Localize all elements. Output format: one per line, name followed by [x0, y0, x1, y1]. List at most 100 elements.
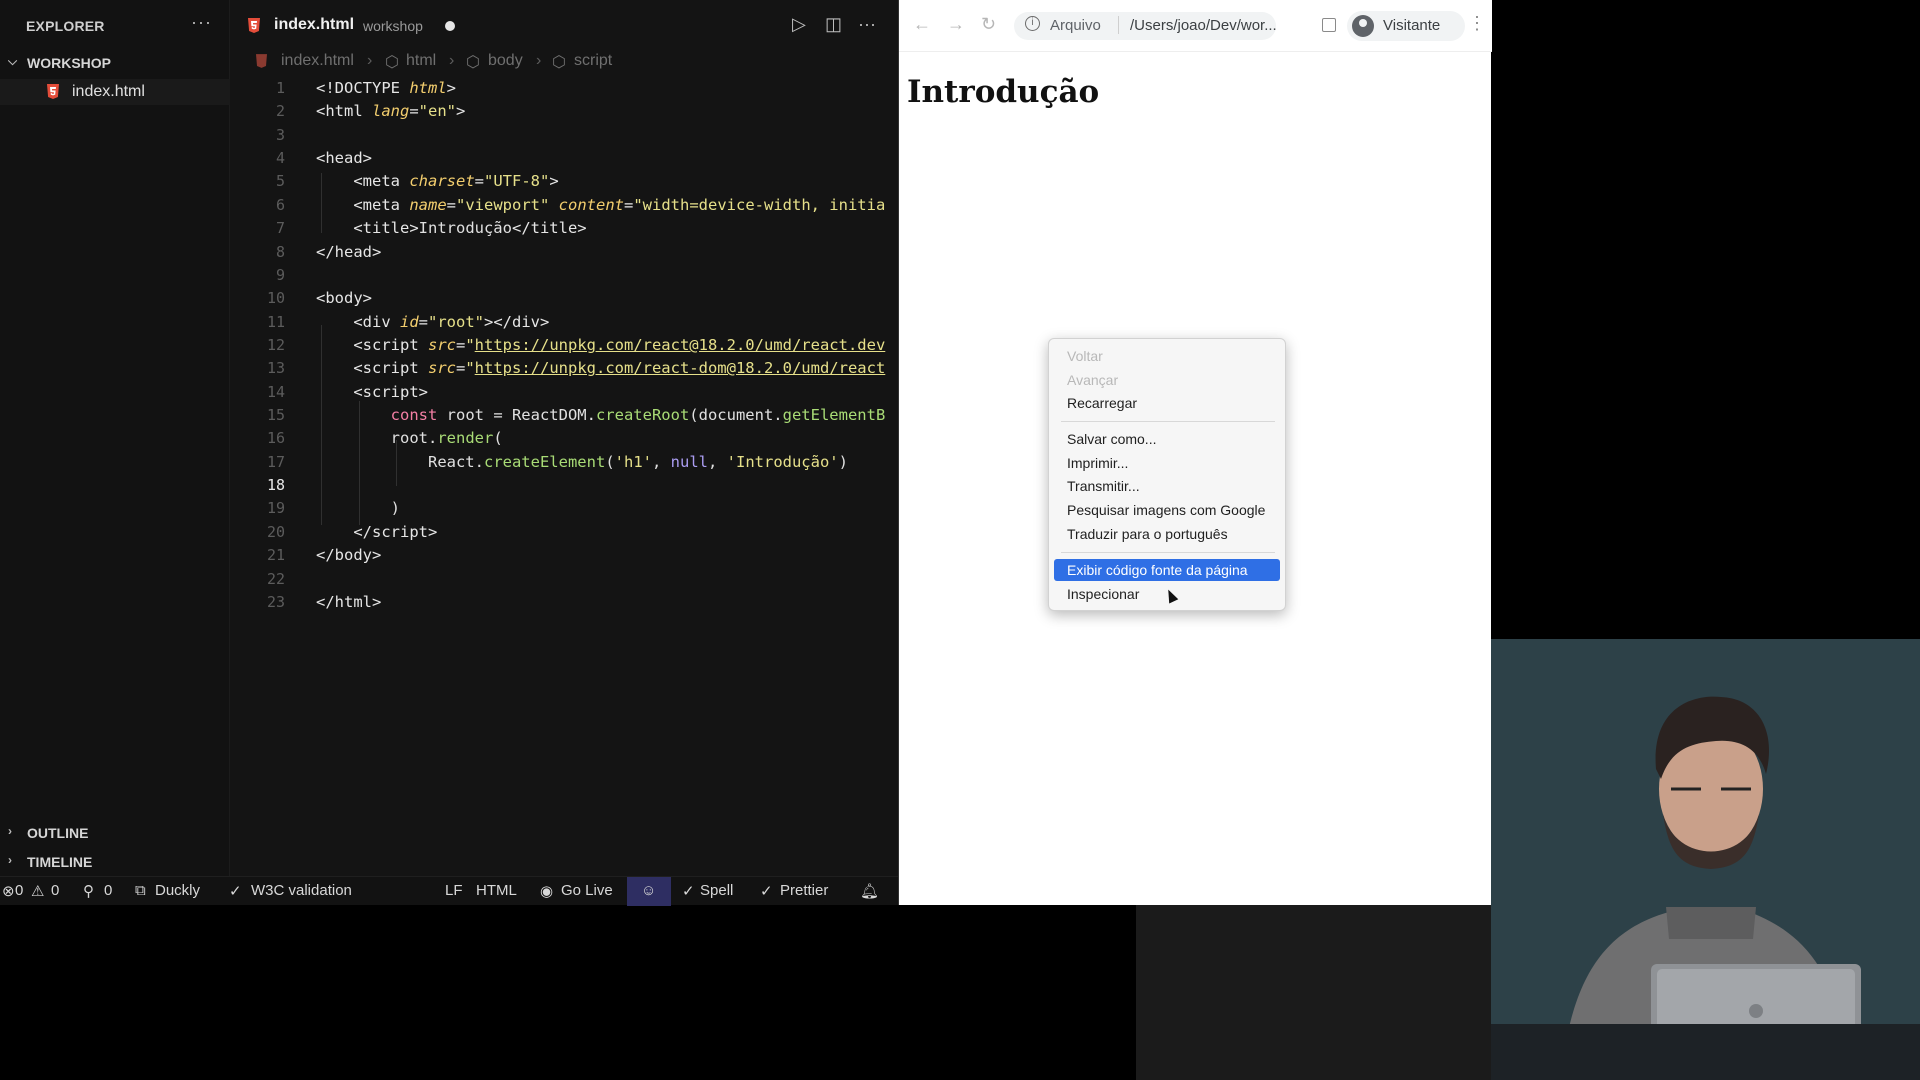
line-number: 13: [266, 359, 285, 377]
menu-item-salvar-como[interactable]: Salvar como...: [1054, 428, 1280, 450]
menu-item-exibir-codigo-fonte[interactable]: Exibir código fonte da página: [1054, 559, 1280, 581]
reload-icon[interactable]: ↻: [981, 14, 996, 35]
line-number-current: 18: [266, 476, 285, 494]
address-divider: [1118, 16, 1119, 34]
menu-item-recarregar[interactable]: Recarregar: [1054, 392, 1280, 414]
line-number: 17: [266, 453, 285, 471]
w3c-validation-label[interactable]: W3C validation: [251, 882, 352, 899]
copilot-icon[interactable]: ☺: [641, 882, 656, 899]
errors-icon[interactable]: ⊗: [2, 882, 15, 900]
element-cube-icon: ⬡: [466, 54, 480, 71]
code-line: <html lang="en">: [316, 102, 466, 120]
code-line: </body>: [316, 546, 382, 564]
line-number: 12: [266, 336, 285, 354]
menu-item-imprimir[interactable]: Imprimir...: [1054, 452, 1280, 474]
code-editor-window: EXPLORER ··· ⌵ WORKSHOP index.html › OUT…: [0, 0, 898, 906]
errors-count[interactable]: 0: [15, 882, 23, 899]
check-double-icon[interactable]: ✓: [760, 882, 773, 900]
line-number: 4: [275, 149, 285, 167]
warnings-count[interactable]: 0: [51, 882, 59, 899]
explorer-header: EXPLORER ···: [0, 0, 230, 52]
notifications-bell-icon[interactable]: 🔔︎: [860, 882, 879, 900]
code-line: <meta name="viewport" content="width=dev…: [316, 196, 886, 214]
indent-guide: [321, 325, 322, 525]
prettier-label[interactable]: Prettier: [780, 882, 828, 899]
split-editor-icon[interactable]: ◫: [825, 14, 842, 35]
more-actions-icon[interactable]: ···: [191, 12, 212, 33]
outline-section[interactable]: › OUTLINE: [0, 820, 230, 846]
line-number: 19: [266, 499, 285, 517]
line-number: 11: [266, 313, 285, 331]
profile-button[interactable]: Visitante: [1347, 11, 1465, 41]
browser-menu-icon[interactable]: ⋮: [1468, 13, 1486, 34]
context-menu: Voltar Avançar Recarregar Salvar como...…: [1048, 338, 1286, 611]
line-number: 23: [266, 593, 285, 611]
spell-label[interactable]: Spell: [700, 882, 733, 899]
line-number: 3: [275, 126, 285, 144]
code-line: <body>: [316, 289, 372, 307]
tab-folder-name: workshop: [363, 18, 423, 34]
line-number: 7: [275, 219, 285, 237]
breadcrumb-separator-icon: ›: [536, 52, 542, 69]
chevron-down-icon: ⌵: [8, 54, 18, 68]
go-live-label[interactable]: Go Live: [561, 882, 613, 899]
menu-item-transmitir[interactable]: Transmitir...: [1054, 475, 1280, 497]
tab-index-html[interactable]: index.html workshop: [230, 0, 495, 52]
menu-item-pesquisar-imagens[interactable]: Pesquisar imagens com Google: [1054, 499, 1280, 521]
code-line: <!DOCTYPE html>: [316, 79, 456, 97]
code-line: const root = ReactDOM.createRoot(documen…: [316, 406, 886, 424]
breadcrumb-item[interactable]: index.html: [281, 52, 354, 70]
workspace-folder[interactable]: ⌵ WORKSHOP: [0, 50, 230, 76]
menu-separator: [1061, 421, 1275, 422]
eol-label[interactable]: LF: [445, 882, 463, 899]
line-number: 8: [275, 243, 285, 261]
line-number: 1: [275, 79, 285, 97]
address-bar[interactable]: i Arquivo /Users/joao/Dev/wor...: [1014, 12, 1277, 40]
line-number: 15: [266, 406, 285, 424]
breadcrumb-item[interactable]: body: [488, 52, 523, 70]
breadcrumb-separator-icon: ›: [367, 52, 373, 69]
check-icon[interactable]: ✓: [682, 882, 695, 900]
side-panel-icon[interactable]: [1322, 18, 1336, 32]
timeline-section[interactable]: › TIMELINE: [0, 849, 230, 875]
webcam-video: [1491, 639, 1920, 1080]
timeline-label: TIMELINE: [27, 854, 93, 870]
breadcrumb-item[interactable]: script: [574, 52, 612, 70]
code-line: <div id="root"></div>: [316, 313, 550, 331]
line-number: 5: [275, 172, 285, 190]
more-actions-icon[interactable]: ···: [858, 14, 876, 35]
code-line: <script src="https://unpkg.com/react-dom…: [316, 359, 886, 377]
code-line: root.render(: [316, 429, 503, 447]
info-icon[interactable]: i: [1025, 16, 1040, 31]
unsaved-dot-icon[interactable]: [445, 21, 455, 31]
ports-icon[interactable]: ⚲: [83, 882, 94, 900]
language-mode-label[interactable]: HTML: [476, 882, 517, 899]
line-number: 14: [266, 383, 285, 401]
menu-item-traduzir[interactable]: Traduzir para o português: [1054, 523, 1280, 545]
code-line: <head>: [316, 149, 372, 167]
line-number: 10: [266, 289, 285, 307]
broadcast-icon[interactable]: ◉: [540, 882, 553, 900]
explorer-sidebar: EXPLORER ··· ⌵ WORKSHOP index.html › OUT…: [0, 0, 230, 876]
check-circle-icon[interactable]: ✓: [229, 882, 242, 900]
duckly-icon[interactable]: ⧉: [135, 882, 146, 899]
run-icon[interactable]: ▷: [792, 14, 806, 35]
ports-count[interactable]: 0: [104, 882, 112, 899]
warning-icon[interactable]: ⚠: [31, 882, 44, 900]
page-heading: Introdução: [907, 74, 1100, 110]
workspace-folder-label: WORKSHOP: [27, 55, 111, 71]
profile-label: Visitante: [1383, 17, 1441, 34]
background-panel: [1136, 905, 1491, 1080]
avatar-icon: [1352, 15, 1374, 37]
line-number: 9: [275, 266, 285, 284]
webcam-desk: [1491, 1024, 1920, 1080]
back-arrow-icon[interactable]: ←: [913, 14, 931, 35]
forward-arrow-icon[interactable]: →: [947, 14, 965, 35]
line-number: 2: [275, 102, 285, 120]
code-editor[interactable]: 1 2 3 4 5 6 7 8 9 10 11 12 13 14 15 16 1…: [230, 76, 898, 836]
code-line: ): [316, 499, 400, 517]
code-line: </head>: [316, 243, 382, 261]
breadcrumb-item[interactable]: html: [406, 52, 436, 70]
duckly-label[interactable]: Duckly: [155, 882, 200, 899]
file-item-index-html[interactable]: index.html: [0, 79, 230, 105]
